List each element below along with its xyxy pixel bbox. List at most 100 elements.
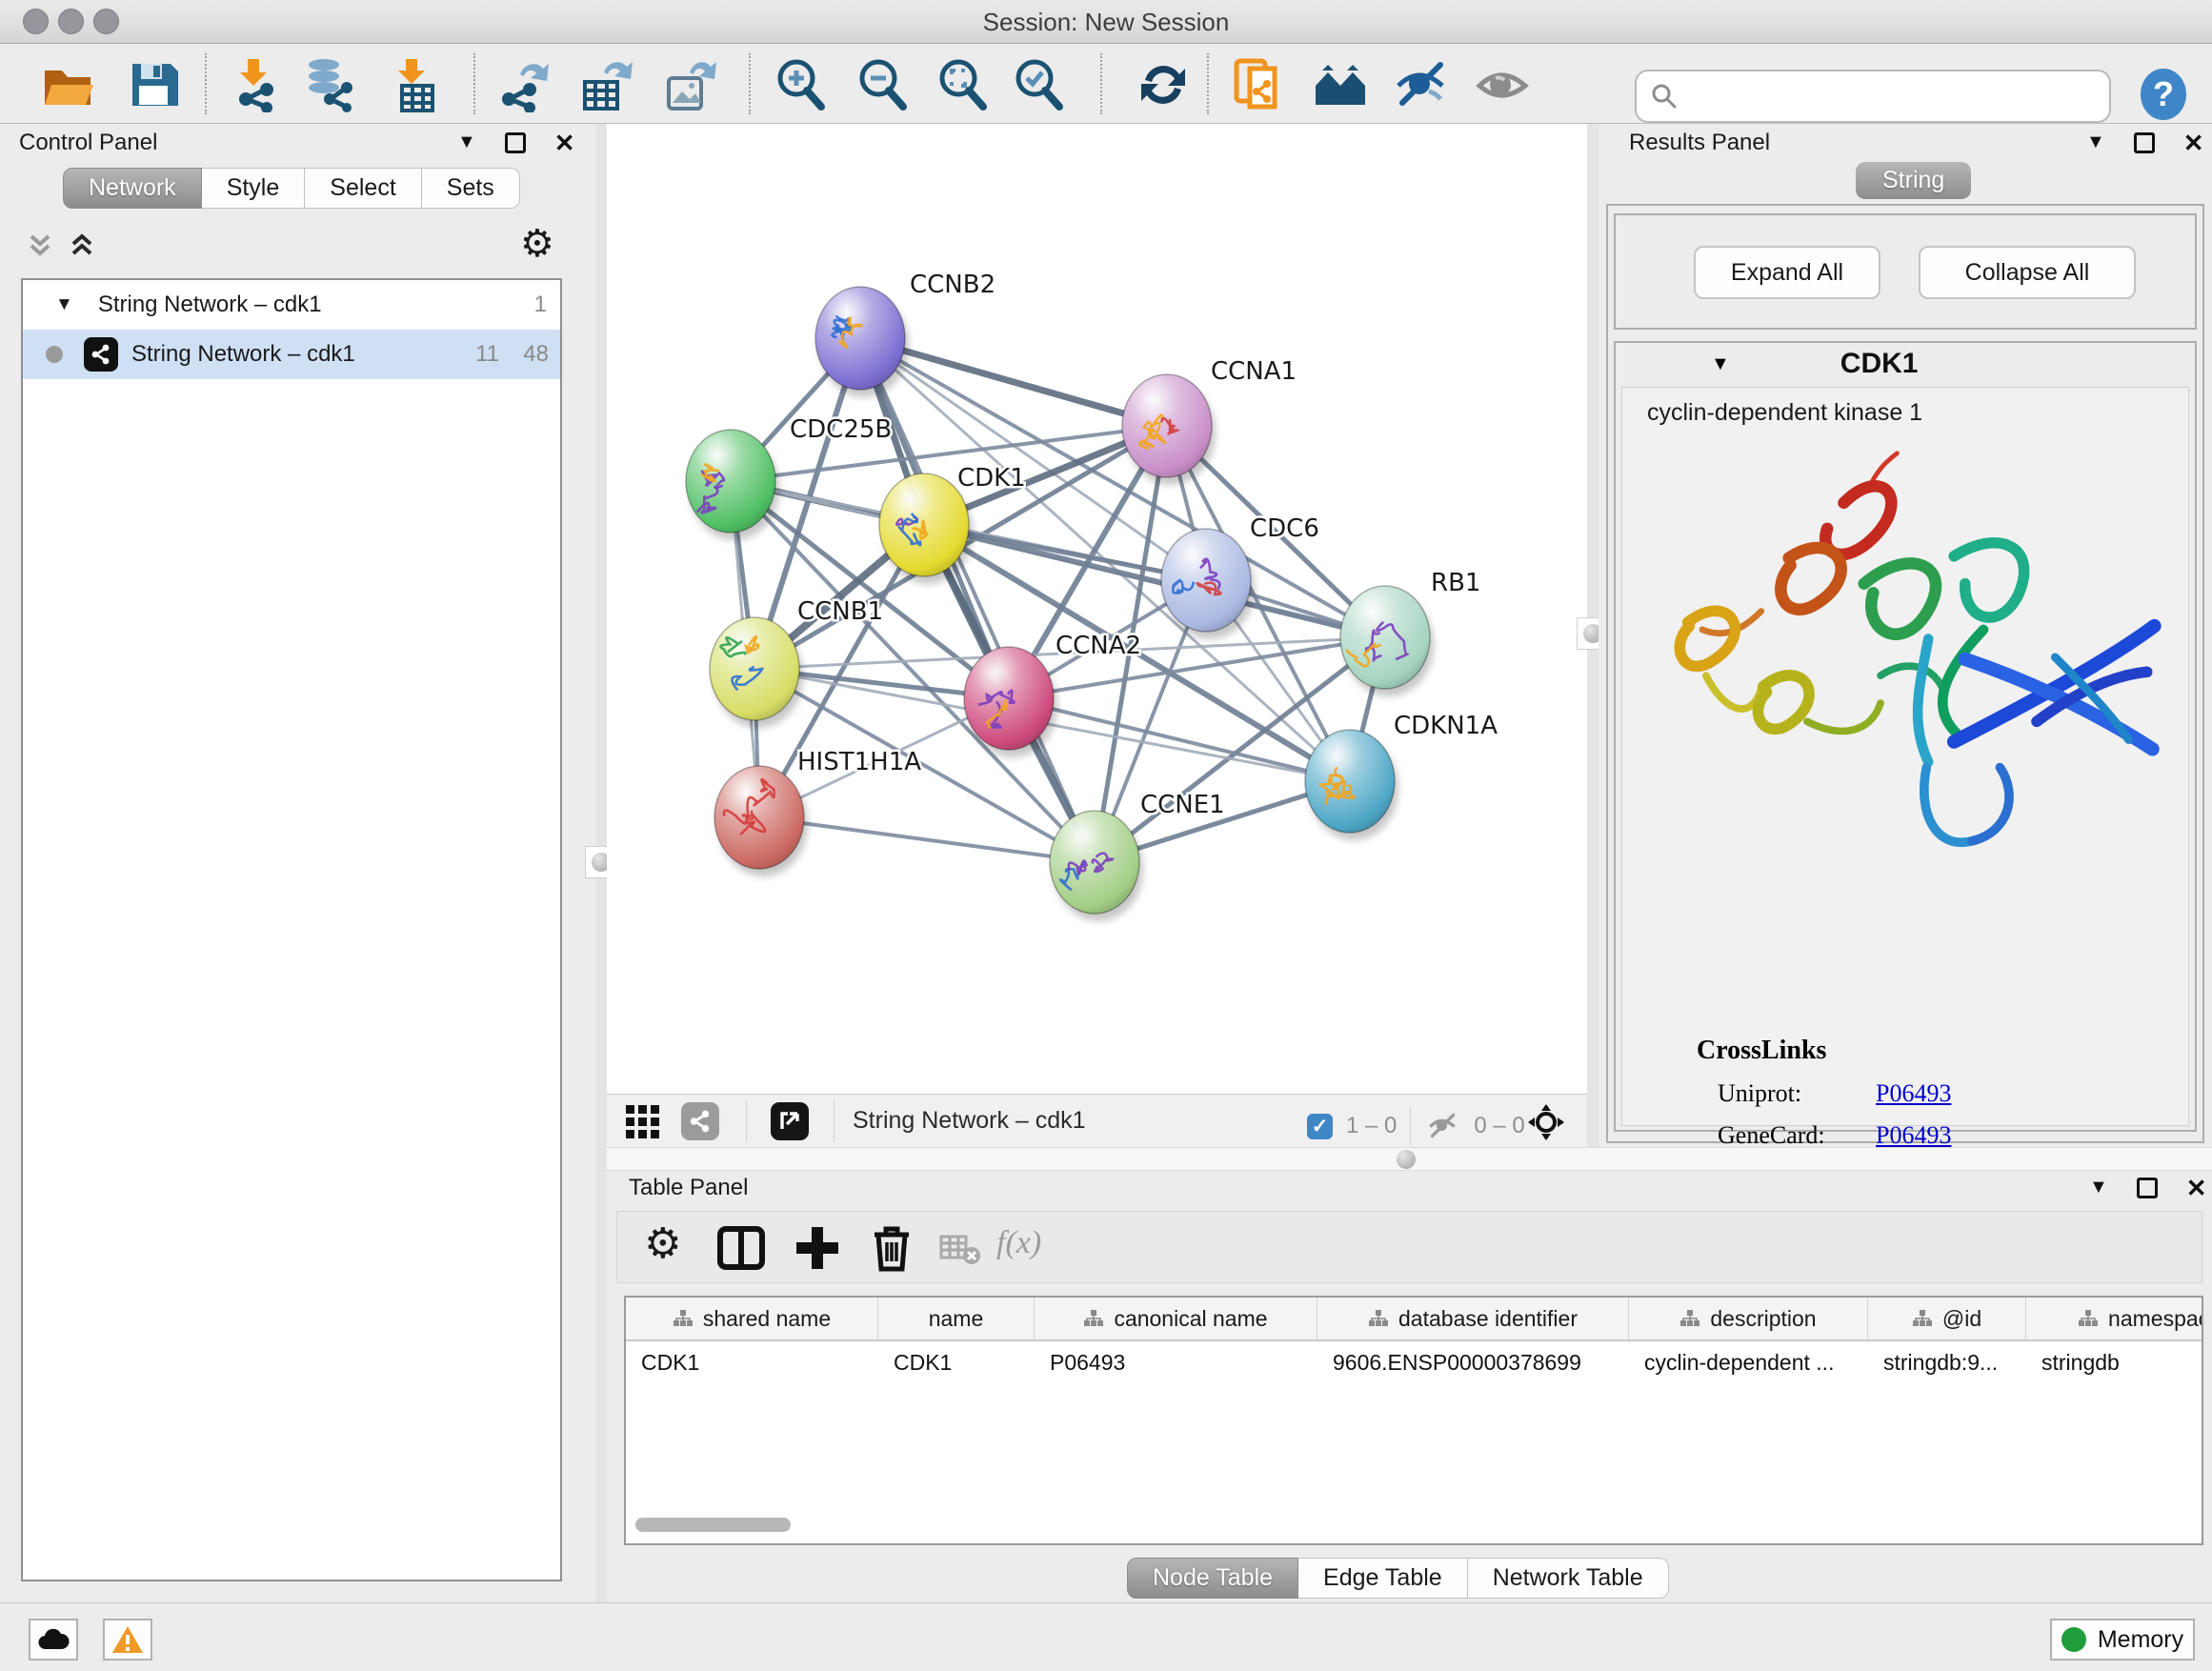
panel-float-icon[interactable] [505, 132, 526, 153]
section-expander-icon[interactable]: ▼ [1711, 353, 1730, 375]
tab-edge-table[interactable]: Edge Table [1298, 1558, 1468, 1599]
edge-HIST1H1A-CCNE1[interactable] [759, 817, 1095, 862]
zoom-out-icon[interactable] [855, 57, 911, 112]
add-column-icon[interactable] [793, 1223, 842, 1273]
left-splitter[interactable] [595, 124, 607, 1602]
column-header-@id[interactable]: @id [1868, 1298, 2026, 1339]
collapse-all-icon[interactable] [27, 232, 59, 261]
open-session-icon[interactable] [40, 57, 95, 112]
panel-close-icon[interactable]: ✕ [2186, 1178, 2207, 1198]
network-graph[interactable]: CCNB2CCNA1CDC25BCDK1CDC6RB1CCNB1CCNA2CDK… [607, 124, 1587, 1094]
node-RB1[interactable]: RB1 [1340, 569, 1480, 696]
tab-network-table[interactable]: Network Table [1468, 1558, 1669, 1599]
column-header-namespace[interactable]: namespace [2026, 1298, 2203, 1339]
search-box[interactable] [1635, 70, 2111, 123]
node-HIST1H1A[interactable]: HIST1H1A [714, 748, 921, 876]
node-label-HIST1H1A: HIST1H1A [797, 748, 921, 776]
table-toolbar: ⚙ f(x) [616, 1211, 2202, 1283]
panel-close-icon[interactable]: ✕ [554, 132, 575, 153]
cloud-button[interactable] [29, 1619, 78, 1661]
tab-network[interactable]: Network [63, 168, 202, 209]
pan-tool-icon[interactable] [1526, 1102, 1566, 1142]
cell-canonical-name[interactable]: P06493 [1035, 1341, 1317, 1383]
import-table-icon[interactable] [385, 57, 440, 112]
node-CCNE1[interactable]: CCNE1 [1050, 791, 1225, 921]
cell-name[interactable]: CDK1 [878, 1341, 1035, 1383]
network-collection-row[interactable]: ▼ String Network – cdk1 1 [23, 280, 560, 330]
node-label-CDC25B: CDC25B [790, 415, 892, 444]
column-header-database-identifier[interactable]: database identifier [1317, 1298, 1629, 1339]
delete-column-icon[interactable] [867, 1223, 916, 1273]
network-row[interactable]: String Network – cdk1 11 48 [23, 330, 560, 379]
node-CDC6[interactable]: CDC6 [1161, 514, 1319, 639]
export-image-icon[interactable] [661, 57, 716, 112]
export-table-icon[interactable] [577, 57, 633, 112]
node-CDKN1A[interactable]: CDKN1A [1305, 712, 1498, 840]
cell-namespace[interactable]: stringdb [2026, 1341, 2203, 1383]
collapse-all-button[interactable]: Collapse All [1919, 246, 2136, 299]
save-session-icon[interactable] [126, 57, 181, 112]
cell-database-identifier[interactable]: 9606.ENSP00000378699 [1317, 1341, 1629, 1383]
column-header-description[interactable]: description [1629, 1298, 1868, 1339]
panel-float-icon[interactable] [2137, 1178, 2158, 1198]
toolbar-separator [749, 53, 751, 114]
cell-shared-name[interactable]: CDK1 [626, 1341, 878, 1383]
column-header-name[interactable]: name [878, 1298, 1035, 1339]
help-icon[interactable]: ? [2136, 67, 2191, 122]
edge-CCNB2-CCNE1[interactable] [860, 338, 1095, 862]
table-horizontal-scrollbar[interactable] [635, 1518, 791, 1532]
delete-table-icon[interactable] [939, 1233, 981, 1267]
network-badge-icon[interactable] [681, 1102, 719, 1140]
apply-layout-icon[interactable] [1136, 57, 1191, 112]
panel-float-icon[interactable] [2134, 132, 2155, 153]
tab-select[interactable]: Select [305, 168, 421, 209]
collection-count: 1 [534, 292, 547, 318]
panel-close-icon[interactable]: ✕ [2183, 132, 2204, 153]
tab-node-table[interactable]: Node Table [1127, 1558, 1298, 1599]
birds-eye-view-icon[interactable] [771, 1102, 809, 1140]
import-network-icon[interactable] [227, 57, 282, 112]
show-columns-icon[interactable] [716, 1223, 766, 1273]
warning-button[interactable] [103, 1619, 152, 1661]
node-CDC25B[interactable]: CDC25B [686, 415, 892, 540]
search-input[interactable] [1679, 83, 2088, 110]
show-all-icon[interactable] [1475, 57, 1530, 112]
expand-all-icon[interactable] [69, 232, 101, 261]
cell-description[interactable]: cyclin-dependent ... [1629, 1341, 1868, 1383]
export-network-icon[interactable] [495, 57, 551, 112]
node-label-CCNE1: CCNE1 [1140, 791, 1225, 819]
memory-button[interactable]: Memory [2050, 1619, 2195, 1661]
network-options-gear-icon[interactable]: ⚙ [520, 225, 554, 263]
right-splitter[interactable] [1587, 124, 1599, 1147]
zoom-in-icon[interactable] [774, 57, 829, 112]
zoom-selected-icon[interactable] [1012, 57, 1067, 112]
crosslink-link[interactable]: P06493 [1876, 1079, 1951, 1108]
column-header-shared-name[interactable]: shared name [626, 1298, 878, 1339]
selected-nodes-checkbox[interactable]: ✓ [1307, 1114, 1333, 1139]
tab-sets[interactable]: Sets [422, 168, 520, 209]
crosslink-link[interactable]: P06493 [1876, 1121, 1951, 1150]
table-row[interactable]: CDK1CDK1P064939606.ENSP00000378699cyclin… [626, 1341, 2202, 1383]
hide-selection-icon[interactable] [1393, 57, 1448, 112]
tab-style[interactable]: Style [202, 168, 306, 209]
function-builder-icon[interactable]: f(x) [996, 1225, 1041, 1261]
tree-expander-icon[interactable]: ▼ [55, 294, 73, 315]
panel-collapse-icon[interactable]: ▼ [457, 131, 476, 153]
network-canvas[interactable]: CCNB2CCNA1CDC25BCDK1CDC6RB1CCNB1CCNA2CDK… [607, 124, 1587, 1094]
new-network-from-selection-icon[interactable] [1231, 57, 1286, 112]
cell-@id[interactable]: stringdb:9... [1868, 1341, 2026, 1383]
table-panel: Table Panel ▼ ✕ ⚙ f(x) shared namenameca… [607, 1171, 2212, 1602]
panel-collapse-icon[interactable]: ▼ [2089, 1177, 2108, 1198]
panel-collapse-icon[interactable]: ▼ [2086, 131, 2105, 153]
import-network-database-icon[interactable] [303, 57, 358, 112]
node-table[interactable]: shared namenamecanonical namedatabase id… [624, 1296, 2203, 1545]
results-tab-string[interactable]: String [1856, 162, 1971, 199]
expand-all-button[interactable]: Expand All [1694, 246, 1880, 299]
table-options-gear-icon[interactable]: ⚙ [644, 1225, 681, 1263]
zoom-fit-icon[interactable] [935, 57, 991, 112]
horizontal-splitter[interactable] [607, 1147, 2212, 1171]
gene-section-header[interactable]: ▼ CDK1 [1616, 343, 2195, 385]
grid-view-icon[interactable] [626, 1105, 662, 1139]
first-neighbors-icon[interactable] [1313, 57, 1368, 112]
column-header-canonical-name[interactable]: canonical name [1035, 1298, 1317, 1339]
